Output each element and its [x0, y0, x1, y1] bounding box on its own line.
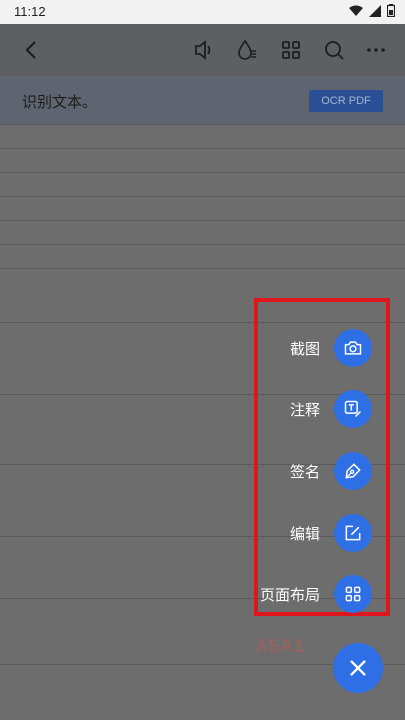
watermark-logo: A5A1	[255, 636, 306, 656]
status-icons	[349, 4, 395, 17]
menu-item-screenshot[interactable]: 截图	[290, 329, 372, 367]
page-line	[0, 268, 405, 269]
annotate-icon[interactable]	[334, 390, 372, 428]
ocr-banner-text: 识别文本。	[22, 94, 98, 111]
page-line	[0, 172, 405, 173]
status-time: 11:12	[14, 4, 46, 19]
page-line	[0, 244, 405, 245]
drop-icon[interactable]	[235, 38, 259, 62]
close-menu-button[interactable]	[333, 643, 383, 693]
page-line	[0, 196, 405, 197]
menu-label: 截图	[289, 340, 320, 358]
menu-item-annotate[interactable]: 注释	[290, 390, 372, 428]
menu-label: 注释	[289, 401, 320, 419]
camera-icon[interactable]	[334, 329, 372, 367]
page-line	[0, 124, 405, 125]
search-icon[interactable]	[322, 38, 346, 62]
battery-icon	[387, 4, 395, 17]
grid-icon[interactable]	[279, 38, 303, 62]
menu-item-page-layout[interactable]: 页面布局	[260, 575, 372, 613]
fab-menu-highlight: 截图 注释 签名 编辑 页面布局	[254, 298, 390, 616]
signal-icon	[369, 4, 381, 17]
menu-item-signature[interactable]: 签名	[290, 452, 372, 490]
page-line	[0, 220, 405, 221]
menu-label: 签名	[289, 463, 320, 481]
menu-label: 页面布局	[259, 586, 320, 604]
top-toolbar	[0, 24, 405, 76]
menu-label: 编辑	[289, 525, 320, 543]
read-aloud-icon[interactable]	[192, 38, 216, 62]
grid-icon[interactable]	[334, 575, 372, 613]
status-bar: 11:12	[0, 0, 405, 24]
ocr-pdf-button[interactable]: OCR PDF	[309, 90, 383, 112]
menu-item-edit[interactable]: 编辑	[290, 514, 372, 552]
close-icon	[350, 660, 366, 676]
back-arrow-icon[interactable]	[20, 38, 44, 62]
ocr-banner: 识别文本。 OCR PDF	[0, 76, 405, 124]
edit-icon[interactable]	[334, 514, 372, 552]
pen-icon[interactable]	[334, 452, 372, 490]
page-line	[0, 148, 405, 149]
wifi-icon	[349, 5, 363, 16]
more-icon[interactable]	[364, 38, 388, 62]
